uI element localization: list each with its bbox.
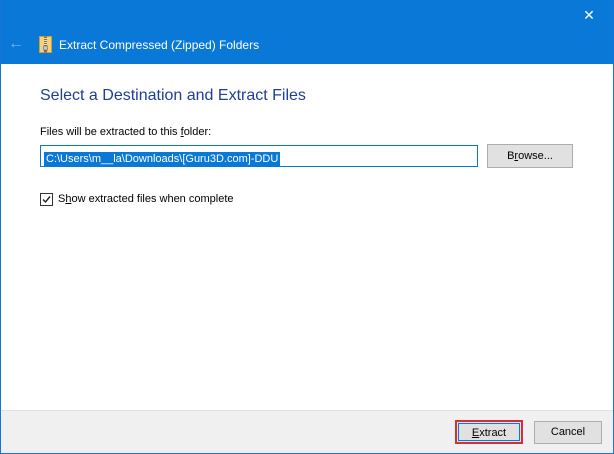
- show-files-checkbox[interactable]: [40, 193, 53, 206]
- destination-path-input[interactable]: C:\Users\m__la\Downloads\[Guru3D.com]-DD…: [40, 145, 478, 167]
- destination-folder-label: Files will be extracted to this folder:: [40, 126, 212, 138]
- back-arrow-icon: ←: [8, 35, 24, 52]
- window-title: Extract Compressed (Zipped) Folders: [59, 38, 260, 52]
- back-button[interactable]: ←: [7, 34, 25, 54]
- destination-path-value: C:\Users\m__la\Downloads\[Guru3D.com]-DD…: [44, 152, 281, 166]
- extract-dialog: ✕ ← Extract Compressed (Zipped) Folders …: [0, 0, 614, 454]
- title-bar: ✕ ← Extract Compressed (Zipped) Folders: [1, 0, 613, 64]
- extract-button[interactable]: Extract: [455, 420, 523, 444]
- close-icon: ✕: [583, 7, 595, 23]
- zip-folder-icon: [39, 36, 52, 53]
- cancel-button[interactable]: Cancel: [534, 421, 602, 444]
- page-heading: Select a Destination and Extract Files: [40, 87, 306, 104]
- checkmark-icon: [42, 196, 51, 204]
- show-files-label[interactable]: Show extracted files when complete: [58, 193, 234, 205]
- browse-button[interactable]: Browse...: [487, 144, 573, 168]
- close-button[interactable]: ✕: [577, 4, 601, 26]
- extract-button-focus: Extract: [458, 423, 520, 441]
